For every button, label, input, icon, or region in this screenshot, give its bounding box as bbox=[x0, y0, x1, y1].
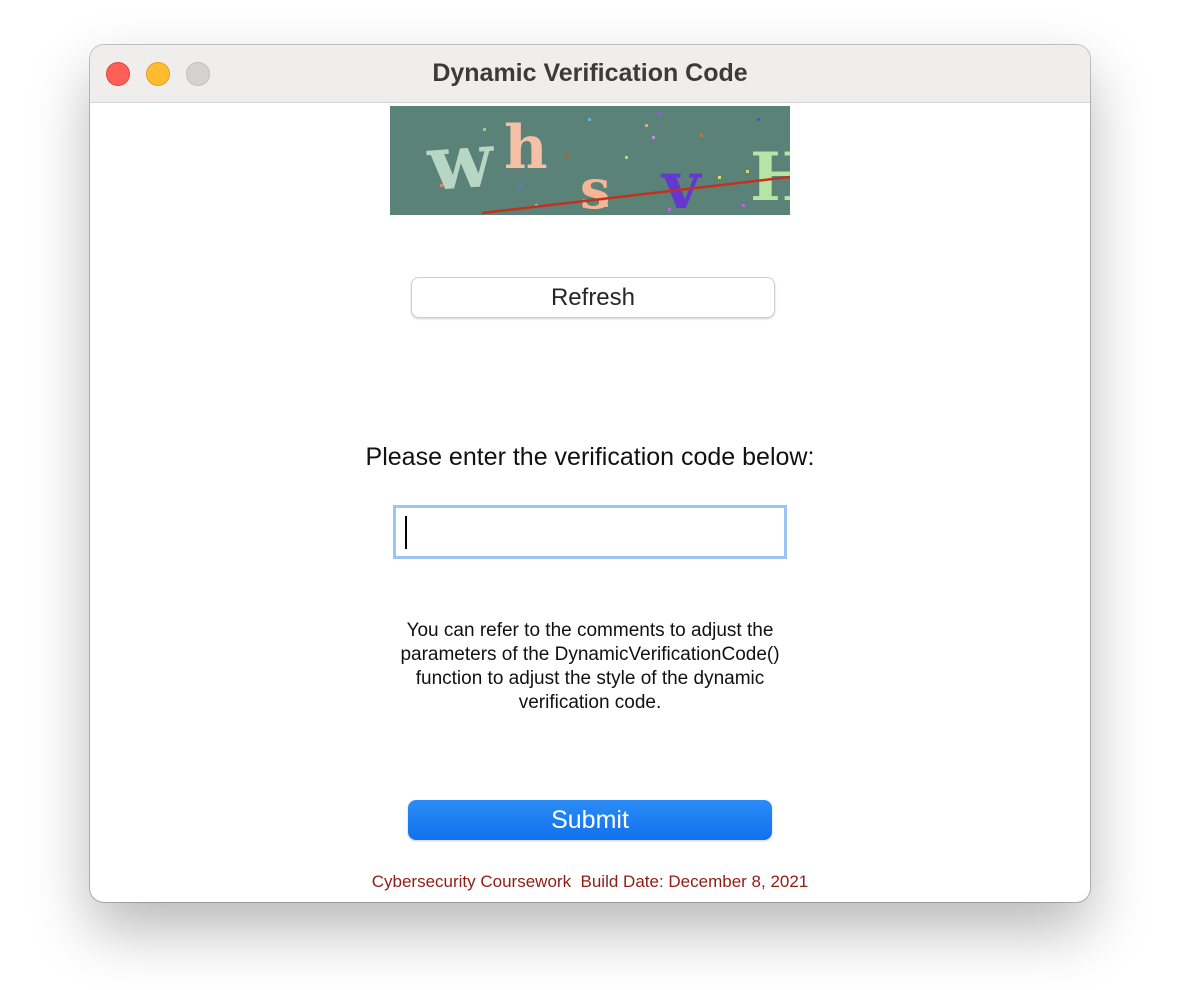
title-bar[interactable]: Dynamic Verification Code bbox=[90, 45, 1090, 103]
captcha-letter: h bbox=[504, 113, 548, 183]
verification-code-input[interactable] bbox=[393, 505, 787, 559]
hint-line: You can refer to the comments to adjust … bbox=[406, 620, 774, 641]
captcha-letter: v bbox=[660, 146, 702, 215]
app-window: Dynamic Verification Code w h s v H Refr… bbox=[90, 45, 1090, 902]
captcha-letter: s bbox=[580, 157, 610, 215]
captcha-letter: w bbox=[424, 115, 498, 209]
footer-build-info: Cybersecurity Coursework Build Date: Dec… bbox=[371, 872, 809, 891]
refresh-button[interactable]: Refresh bbox=[411, 277, 775, 318]
hint-line: parameters of the DynamicVerificationCod… bbox=[400, 644, 780, 665]
window-title: Dynamic Verification Code bbox=[432, 59, 748, 87]
hint-line: verification code. bbox=[518, 692, 662, 713]
submit-button[interactable]: Submit bbox=[408, 800, 772, 840]
verification-prompt: Please enter the verification code below… bbox=[365, 443, 815, 471]
text-caret bbox=[405, 516, 407, 549]
hint-text: You can refer to the comments to adjust … bbox=[350, 619, 830, 715]
captcha-image: w h s v H bbox=[390, 106, 790, 215]
desktop-background: Dynamic Verification Code w h s v H Refr… bbox=[0, 0, 1190, 990]
hint-line: function to adjust the style of the dyna… bbox=[415, 668, 765, 689]
